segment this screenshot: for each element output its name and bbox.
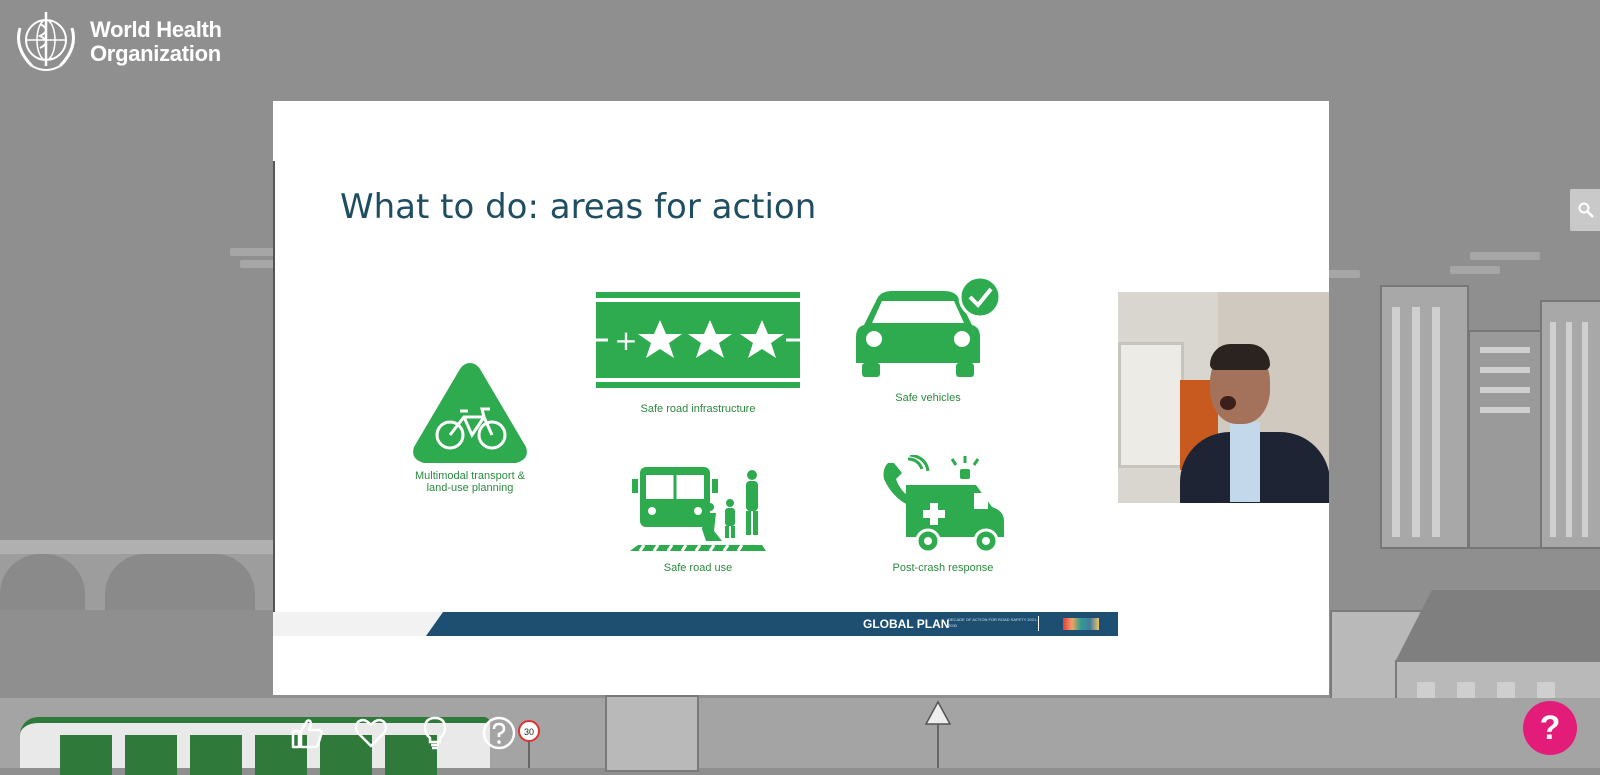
area-safe-road-use: Safe road use [618,465,778,574]
speaker-hair [1210,344,1270,370]
footer-subtitle: DECADE OF ACTION FOR ROAD SAFETY 2021-20… [948,617,1038,628]
speed-limit-sign: 30 [518,720,540,768]
slide-edge [273,161,275,636]
speaker-shirt [1230,422,1260,502]
help-icon: ? [1539,708,1561,747]
area-road-infrastructure: + Safe road infrastructure [596,292,800,415]
bridge [0,540,290,610]
speaker-mouth [1220,396,1236,410]
lightbulb-icon [423,716,447,750]
love-button[interactable] [352,714,390,752]
reaction-bar [288,714,518,752]
area-label-vehicles: Safe vehicles [895,392,961,404]
area-label-multimodal-2: land-use planning [426,482,514,494]
star-rated-road-icon: + [596,292,800,388]
house-roof [1395,590,1600,662]
idea-button[interactable] [416,714,454,752]
svg-text:+: + [614,324,637,357]
slide-footer-banner: GLOBAL PLAN DECADE OF ACTION FOR ROAD SA… [273,612,1118,636]
speed-limit-value: 30 [524,727,534,737]
search-button[interactable] [1570,189,1600,231]
thumbs-up-icon [291,719,323,749]
slide-title: What to do: areas for action [340,187,817,227]
question-button[interactable] [480,714,518,752]
logo-line-2: Organization [90,41,221,66]
heart-icon [354,718,388,748]
footer-divider [1038,616,1039,631]
area-label-infrastructure: Safe road infrastructure [640,403,756,415]
area-post-crash: Post-crash response [858,453,1028,574]
office-building [1468,330,1542,549]
safe-car-icon [856,275,1002,377]
area-multimodal: Multimodal transport & land-use planning [385,359,555,494]
bus-pedestrians-icon [630,467,766,552]
area-label-road-use: Safe road use [663,562,733,574]
road-safety-logo [1063,618,1099,630]
like-button[interactable] [288,714,326,752]
help-button[interactable]: ? [1523,701,1577,755]
who-emblem-icon [17,12,75,71]
area-label-multimodal-1: Multimodal transport & [414,470,526,482]
speaker-video[interactable] [1118,292,1329,503]
tower-building [1380,285,1469,549]
question-icon [482,716,516,750]
ambulance-phone-icon [883,453,1004,554]
footer-brand: GLOBAL PLAN [863,617,950,631]
who-wordmark: World Health Organization [90,18,222,66]
skyscraper [1540,300,1600,549]
area-label-post-crash: Post-crash response [892,562,994,574]
search-icon [1578,202,1594,218]
logo-line-1: World Health [90,17,222,42]
bicycle-sign-icon [413,363,527,463]
footer-pattern [273,612,443,636]
crossing-sign [925,700,951,768]
who-logo: World Health Organization [8,8,222,76]
area-safe-vehicles: Safe vehicles [843,275,1013,404]
street-shop [605,695,699,772]
video-window [1118,342,1184,468]
